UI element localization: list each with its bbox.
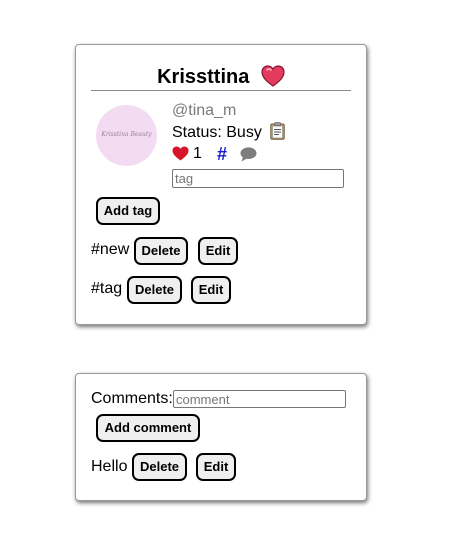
tag-input[interactable] — [172, 169, 344, 188]
comments-label: Comments: — [91, 390, 173, 407]
comment-input[interactable] — [173, 390, 346, 408]
heart-emoji-icon — [261, 65, 285, 93]
avatar-logo-text: Krisstina Beauty — [101, 131, 152, 138]
add-comment-button[interactable]: Add comment — [96, 414, 200, 442]
status-text: Status: Busy — [172, 124, 262, 141]
delete-comment-button[interactable]: Delete — [132, 453, 187, 481]
tag-label: #tag — [91, 280, 123, 297]
edit-comment-button[interactable]: Edit — [196, 453, 236, 481]
username: Krissttina — [157, 66, 250, 88]
edit-tag-button[interactable]: Edit — [191, 276, 231, 304]
avatar: Krisstina Beauty — [96, 105, 157, 166]
edit-tag-button[interactable]: Edit — [198, 237, 238, 265]
comment-text: Hello — [91, 458, 128, 475]
user-handle: @tina_m — [172, 102, 237, 119]
speech-bubble-icon[interactable] — [240, 147, 257, 168]
comments-card: Comments: Add comment Hello Delete Edit — [75, 373, 367, 501]
profile-header: Krissttina — [76, 65, 366, 93]
like-count: 1 — [193, 145, 202, 162]
header-divider — [91, 90, 351, 91]
tag-label: #new — [91, 241, 130, 258]
delete-tag-button[interactable]: Delete — [134, 237, 188, 265]
hash-icon[interactable]: # — [217, 144, 227, 164]
like-heart-icon[interactable] — [172, 146, 189, 167]
add-tag-button[interactable]: Add tag — [96, 197, 160, 225]
status-line: Status: Busy — [172, 122, 285, 146]
clipboard-icon — [270, 122, 285, 146]
delete-tag-button[interactable]: Delete — [127, 276, 182, 304]
profile-card: Krissttina Krisstina Beauty @tina_m Stat… — [75, 44, 367, 325]
